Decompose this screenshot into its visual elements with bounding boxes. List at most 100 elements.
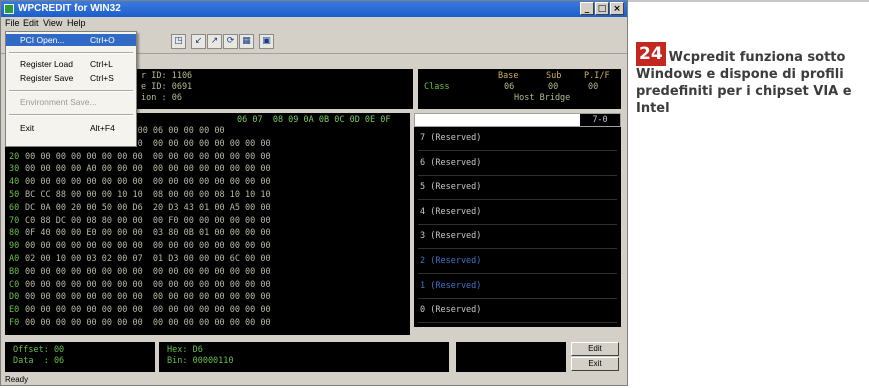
exit-button[interactable]: Exit xyxy=(571,357,619,371)
hex-row-values[interactable]: 02 00 10 00 03 02 00 07 01 D3 00 00 00 6… xyxy=(25,254,271,264)
hex-row-values[interactable]: 00 00 00 00 00 00 00 00 00 00 00 00 00 0… xyxy=(25,318,271,328)
hex-row: C0 00 00 00 00 00 00 00 00 00 00 00 00 00… xyxy=(9,280,271,291)
bit-row[interactable]: 5 (Reserved) xyxy=(414,176,621,201)
menu-separator xyxy=(9,90,133,92)
hex-row-values[interactable]: C0 88 DC 00 08 80 00 00 00 F0 00 00 00 0… xyxy=(25,216,271,226)
hex-row-values[interactable]: 00 00 00 00 00 00 00 00 00 00 00 00 00 0… xyxy=(25,305,271,315)
hex-row-values[interactable]: 0F 40 00 00 E0 00 00 00 03 80 0B 01 00 0… xyxy=(25,228,271,238)
menu-item-pci-open[interactable]: PCI Open... Ctrl+O xyxy=(6,34,136,46)
hex-row-values[interactable]: BC CC 88 00 00 00 10 10 08 00 00 00 08 1… xyxy=(25,190,271,200)
bit-row-label: 6 (Reserved) xyxy=(420,157,482,168)
close-button[interactable]: × xyxy=(610,2,624,15)
device-info-panel: r ID: 1106 e ID: 0691 ion : 06 xyxy=(135,69,413,109)
hex-row-address: 40 xyxy=(9,177,20,188)
hex-row-address: D0 xyxy=(9,292,20,303)
grid-view-icon[interactable]: ▦ xyxy=(239,34,254,49)
maximize-button[interactable]: □ xyxy=(595,2,609,15)
hex-row-values[interactable]: 00 00 00 00 00 00 00 00 00 00 00 00 00 0… xyxy=(25,152,271,162)
value-panel: Hex: D6 Bin: 00000110 xyxy=(159,342,449,372)
hex-row-values[interactable]: 00 00 00 00 00 00 00 00 00 00 00 00 00 0… xyxy=(25,267,271,277)
hex-row-values[interactable]: DC 0A 00 20 00 50 00 D6 20 D3 43 01 00 A… xyxy=(25,203,271,213)
caption-text: Wcpredit funziona sotto Windows e dispon… xyxy=(636,50,852,116)
hex-row-values[interactable]: 00 00 00 00 00 00 00 00 00 00 00 00 00 0… xyxy=(25,292,271,302)
minimize-button[interactable]: _ xyxy=(580,2,594,15)
chip-icon[interactable]: ▣ xyxy=(259,34,274,49)
hex-row-values[interactable]: 00 00 00 00 00 00 00 00 00 00 00 00 00 0… xyxy=(25,241,271,251)
menu-help[interactable]: Help xyxy=(67,18,86,28)
hex-row-address: 80 xyxy=(9,228,20,239)
menu-item-register-load[interactable]: Register Load Ctrl+L xyxy=(6,58,136,70)
register-load-icon[interactable]: ↙ xyxy=(191,34,206,49)
refresh-icon[interactable]: ⟳ xyxy=(223,34,238,49)
hex-row: 60 DC 0A 00 20 00 50 00 D6 20 D3 43 01 00… xyxy=(9,203,271,214)
menu-item-environment-save[interactable]: Environment Save... xyxy=(6,96,136,108)
bit-row[interactable]: 0 (Reserved) xyxy=(414,299,621,324)
window-title: WPCREDIT for WIN32 xyxy=(18,3,121,14)
bit-panel-header: 7-0 xyxy=(414,113,621,127)
bin-value-text: Bin: 00000110 xyxy=(167,356,234,366)
bit-row-label: 7 (Reserved) xyxy=(420,133,482,143)
hex-row-address: B0 xyxy=(9,266,20,277)
hex-row: 70 C0 88 DC 00 08 80 00 00 00 F0 00 00 00… xyxy=(9,216,271,227)
wpcredit-window: WPCREDIT for WIN32 _ □ × File Edit View … xyxy=(0,0,628,386)
bit-row-label: 1 (Reserved) xyxy=(420,280,482,291)
hex-row-address: 20 xyxy=(9,151,20,162)
hex-row: 30 00 00 00 00 A0 00 00 00 00 00 00 00 00… xyxy=(9,164,271,175)
bit-row[interactable]: 3 (Reserved) xyxy=(414,225,621,250)
menu-separator xyxy=(9,52,133,54)
hex-row: A0 02 00 10 00 03 02 00 07 01 D3 00 00 00… xyxy=(9,254,271,265)
hex-row: 90 00 00 00 00 00 00 00 00 00 00 00 00 00… xyxy=(9,241,271,252)
hex-row-values[interactable]: 00 00 00 00 00 00 00 00 00 00 00 00 00 0… xyxy=(25,177,271,187)
class-description: Host Bridge xyxy=(514,93,571,103)
bit-row-label: 0 (Reserved) xyxy=(420,305,482,316)
menu-file[interactable]: File xyxy=(5,18,20,28)
hex-row: 80 0F 40 00 00 E0 00 00 00 03 80 0B 01 00… xyxy=(9,228,271,239)
menu-view[interactable]: View xyxy=(43,18,62,28)
device-id-text: e ID: 0691 xyxy=(141,82,193,92)
extra-panel xyxy=(456,342,566,372)
hex-row-address: E0 xyxy=(9,305,20,316)
title-bar[interactable]: WPCREDIT for WIN32 _ □ × xyxy=(1,1,627,17)
hex-value-text: Hex: D6 xyxy=(167,345,203,355)
bit-row[interactable]: 4 (Reserved) xyxy=(414,201,621,225)
bit-row[interactable]: 2 (Reserved) xyxy=(414,250,621,274)
hex-row: E0 00 00 00 00 00 00 00 00 00 00 00 00 00… xyxy=(9,305,271,316)
bit-row[interactable]: 6 (Reserved) xyxy=(414,152,621,176)
hex-row: 50 BC CC 88 00 00 00 10 10 08 00 00 00 08… xyxy=(9,190,271,201)
status-text: Ready xyxy=(5,375,29,384)
hex-row-values[interactable]: 00 00 00 00 00 00 00 00 00 00 00 00 00 0… xyxy=(25,280,271,290)
bit-range-label: 7-0 xyxy=(580,114,620,126)
hex-row-address: C0 xyxy=(9,279,20,290)
menu-item-exit[interactable]: Exit Alt+F4 xyxy=(6,122,136,134)
hex-row-values[interactable]: 00 00 00 00 A0 00 00 00 00 00 00 00 00 0… xyxy=(25,164,271,174)
hex-row: 40 00 00 00 00 00 00 00 00 00 00 00 00 00… xyxy=(9,177,271,188)
bit-list: 7 (Reserved) 6 (Reserved) 5 (Reserved) 4 (R… xyxy=(414,127,621,327)
file-menu-dropdown: PCI Open... Ctrl+O Register Load Ctrl+L … xyxy=(5,31,137,147)
offset-text: Offset: 00 xyxy=(13,345,65,355)
status-bar: Ready xyxy=(1,373,627,385)
hex-row-address: 60 xyxy=(9,202,20,213)
menu-item-register-save[interactable]: Register Save Ctrl+S xyxy=(6,72,136,84)
bit-row[interactable]: 1 (Reserved) xyxy=(414,275,621,299)
bit-row-label: 3 (Reserved) xyxy=(420,231,482,242)
edit-button[interactable]: Edit xyxy=(571,342,619,356)
menu-separator xyxy=(9,114,133,116)
revision-text: ion : 06 xyxy=(141,93,182,103)
class-pif-value: 00 xyxy=(588,82,599,92)
bit-row-label: 5 (Reserved) xyxy=(420,182,482,193)
app-icon xyxy=(4,4,14,14)
class-label: Class xyxy=(424,82,450,92)
hex-row-address: 30 xyxy=(9,164,20,175)
hex-column-header: 06 07 08 09 0A 0B 0C 0D 0E 0F xyxy=(237,115,391,125)
bit-row-label: 4 (Reserved) xyxy=(420,206,482,217)
menu-edit[interactable]: Edit xyxy=(23,18,39,28)
register-save-icon[interactable]: ↗ xyxy=(207,34,222,49)
pci-open-icon[interactable]: ◳ xyxy=(171,34,186,49)
class-header-base: Base xyxy=(498,71,519,81)
class-header-pif: P.I/F xyxy=(584,71,610,81)
hex-row: F0 00 00 00 00 00 00 00 00 00 00 00 00 00… xyxy=(9,318,271,329)
class-sub-value: 00 xyxy=(548,82,559,92)
bit-row[interactable]: 7 (Reserved) xyxy=(414,127,621,151)
caption-number-badge: 24 xyxy=(636,42,666,66)
hex-row: 20 00 00 00 00 00 00 00 00 00 00 00 00 00… xyxy=(9,152,271,163)
